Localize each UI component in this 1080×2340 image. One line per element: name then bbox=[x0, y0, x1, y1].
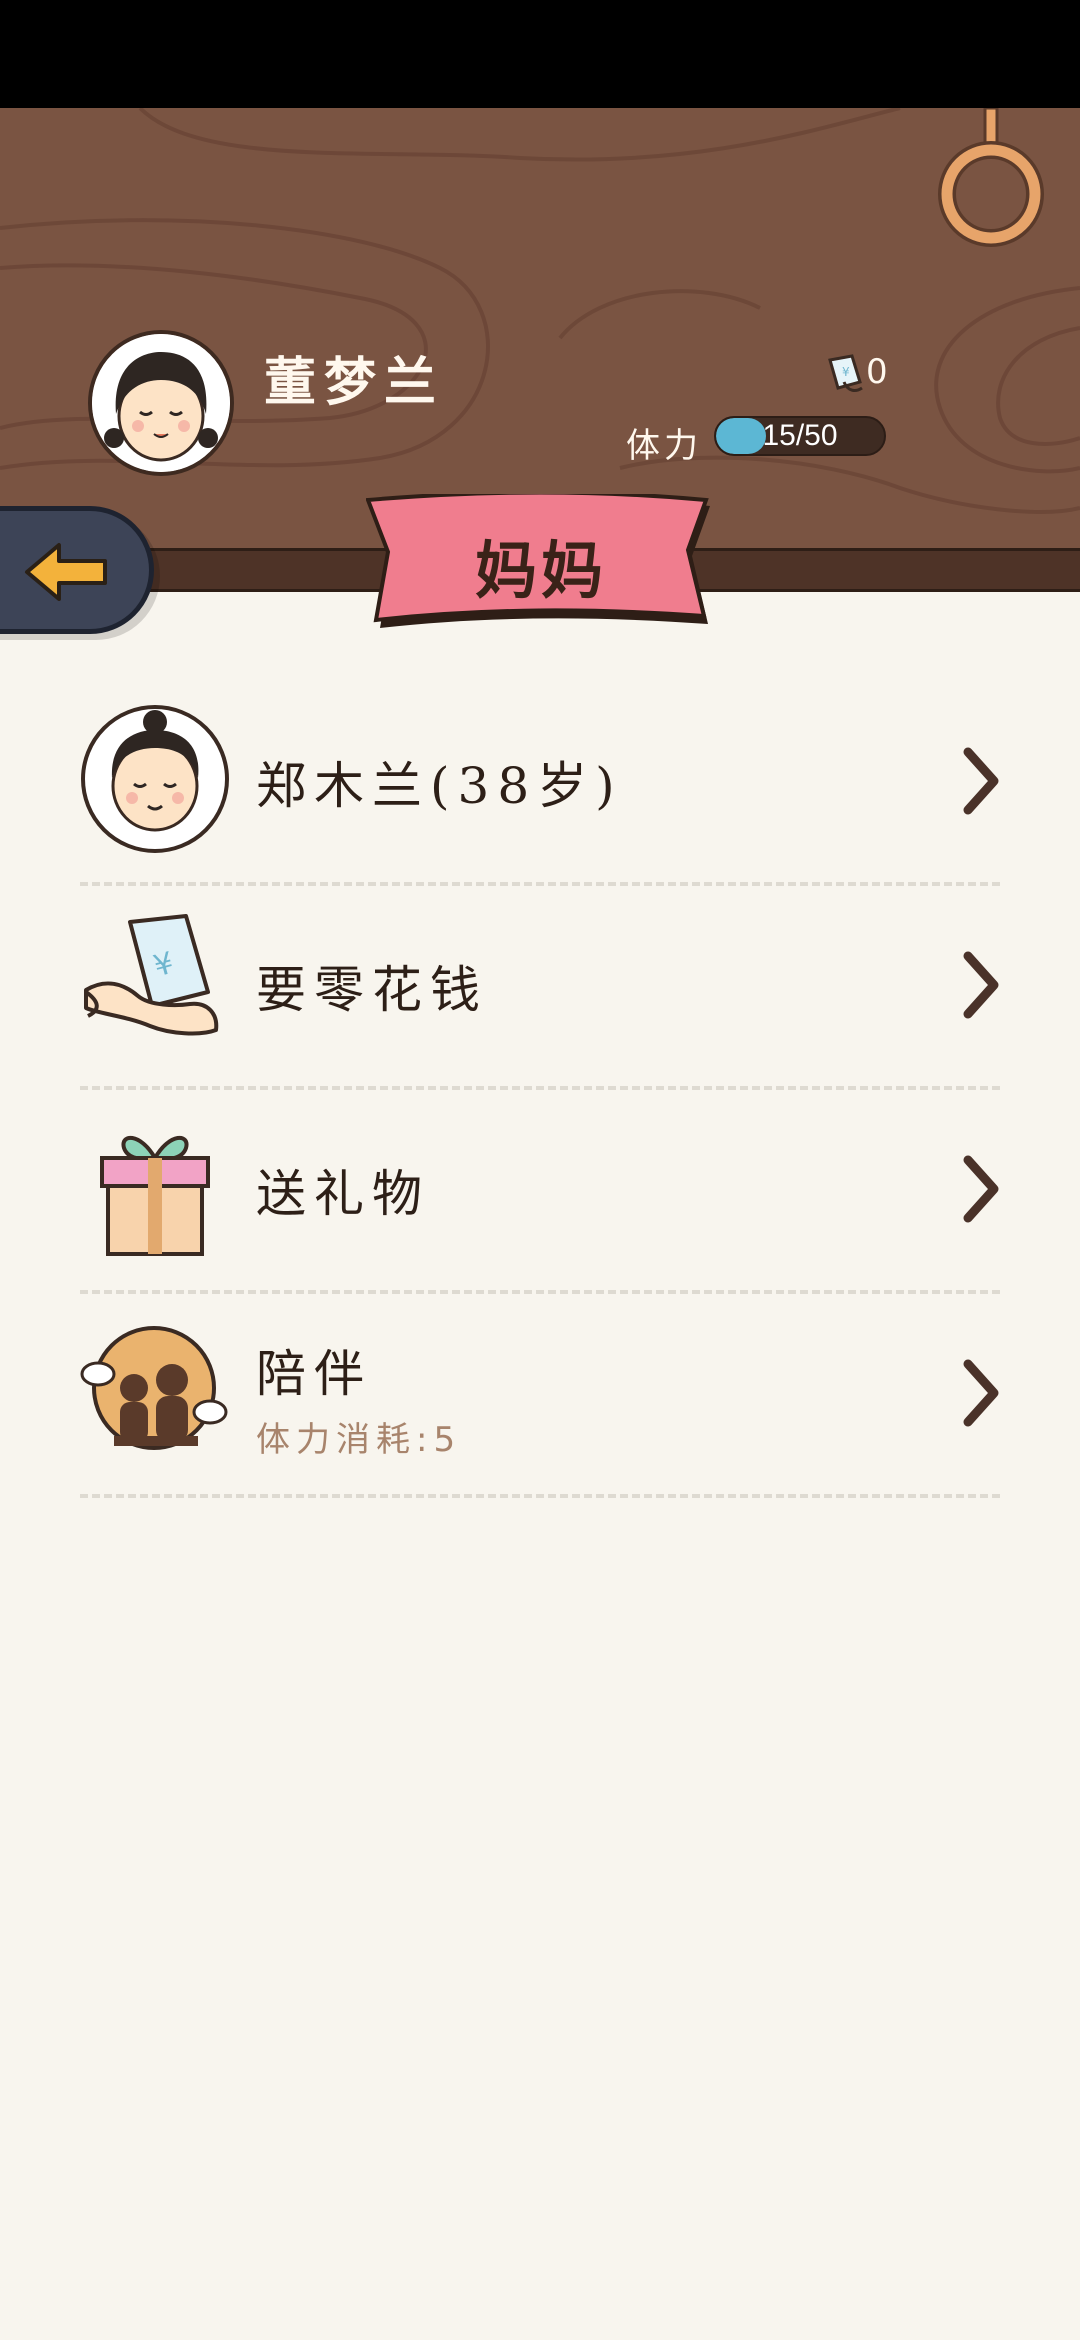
chevron-right-icon bbox=[963, 951, 999, 1019]
money-count: 0 bbox=[866, 352, 888, 392]
status-bar bbox=[0, 0, 1080, 108]
player-name: 董梦兰 bbox=[264, 352, 445, 413]
svg-text:¥: ¥ bbox=[842, 365, 850, 379]
back-button[interactable] bbox=[0, 506, 154, 634]
list-item-pocket-money[interactable]: ¥ 要零花钱 bbox=[80, 886, 1000, 1090]
list-item-mother-info[interactable]: 郑木兰(38岁) bbox=[80, 682, 1000, 886]
chevron-right-icon bbox=[963, 1155, 999, 1223]
send-gift-label: 送礼物 bbox=[256, 1165, 430, 1223]
chevron-right-icon bbox=[963, 747, 999, 815]
mother-avatar-icon bbox=[81, 705, 229, 853]
page-title: 妈妈 bbox=[474, 534, 607, 607]
action-menu: 郑木兰(38岁) ¥ 要零花钱 送礼物 陪伴 体力消耗:5 bbox=[80, 682, 1000, 1498]
hanging-ring-icon bbox=[938, 108, 1044, 247]
list-item-send-gift[interactable]: 送礼物 bbox=[80, 1090, 1000, 1294]
woodgrain-texture bbox=[0, 108, 1080, 514]
stamina-label: 体力 bbox=[626, 426, 702, 466]
profile-header bbox=[0, 108, 1080, 548]
companion-icon bbox=[80, 1326, 228, 1450]
stamina-value: 15/50 bbox=[762, 419, 838, 452]
banknote-icon: ¥ bbox=[828, 354, 863, 392]
money-hand-icon: ¥ bbox=[84, 914, 219, 1036]
girl-face-icon bbox=[92, 334, 230, 472]
player-avatar[interactable] bbox=[88, 330, 234, 476]
stamina-bar: 15/50 bbox=[714, 416, 886, 456]
companion-label: 陪伴 bbox=[256, 1345, 372, 1403]
mother-name-label: 郑木兰(38岁) bbox=[256, 757, 623, 815]
pocket-money-label: 要零花钱 bbox=[256, 961, 488, 1019]
stamina-cost-text: 体力消耗:5 bbox=[256, 1420, 462, 1460]
list-item-companion[interactable]: 陪伴 体力消耗:5 bbox=[80, 1294, 1000, 1498]
back-arrow-icon bbox=[25, 543, 107, 601]
gift-box-icon bbox=[100, 1135, 210, 1256]
chevron-right-icon bbox=[963, 1359, 999, 1427]
